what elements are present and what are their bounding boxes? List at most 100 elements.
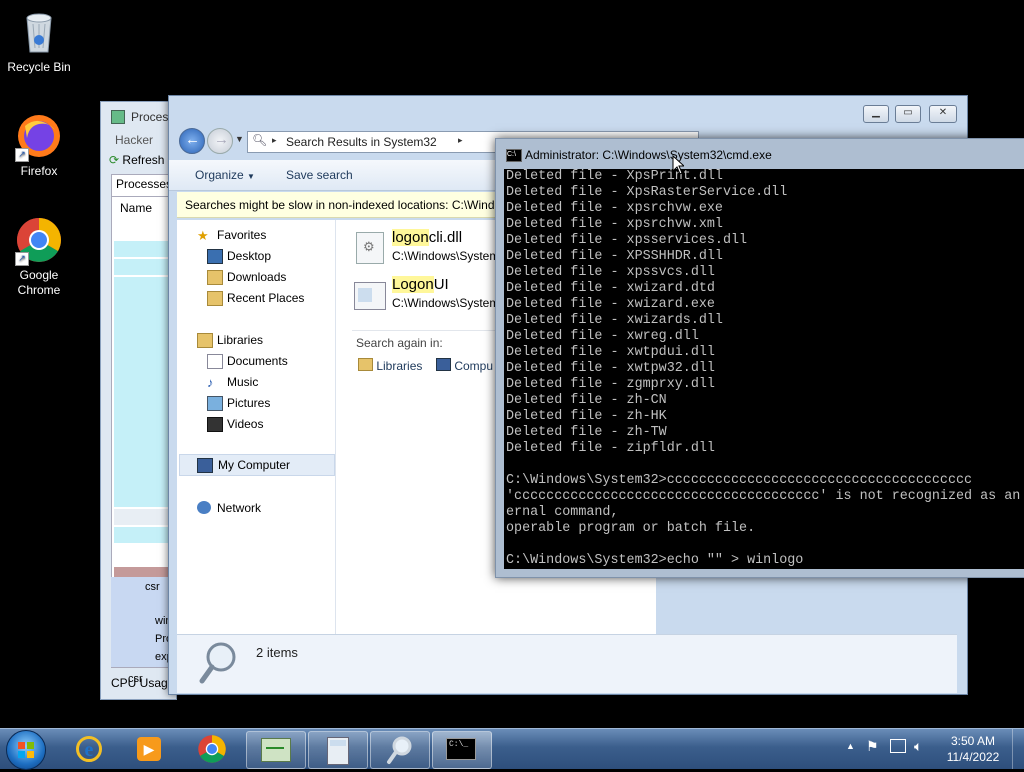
desktop-icon-chrome[interactable]: ↗ Google Chrome [1,216,77,298]
recent-pages-dropdown[interactable]: ▼ [235,134,244,144]
close-button[interactable]: ✕ [929,105,957,123]
search-again-libraries[interactable]: Libraries [358,358,422,373]
ie-icon: e [76,736,102,762]
maximize-button[interactable]: ▭ [895,105,921,123]
pictures-icon [207,396,223,411]
search-again-computer[interactable]: Compu [436,358,493,373]
show-hidden-icons-button[interactable]: ▲ [846,741,855,751]
computer-icon [436,358,451,371]
desktop-icon-label: Recycle Bin [7,60,71,74]
file-name: logoncli.dll [392,229,463,246]
taskbar-ie[interactable]: e [60,731,118,767]
shortcut-arrow-icon: ↗ [15,148,29,162]
file-path: C:\Windows\System [392,296,500,310]
recycle-bin-icon [15,8,63,56]
minimize-button[interactable]: ▁ [863,105,889,123]
nav-my-computer[interactable]: My Computer [179,454,335,476]
desktop-icon-firefox[interactable]: ↗ Firefox [1,112,77,178]
cmd-title-bar[interactable]: C:\ Administrator: C:\Windows\System32\c… [496,139,1024,167]
taskbar-calculator[interactable] [308,731,368,769]
clock[interactable]: 3:50 AM 11/4/2022 [938,733,1008,765]
file-path: C:\Windows\System [392,249,500,263]
volume-icon[interactable]: 🔈︎ [914,738,922,755]
taskbar-process-hacker[interactable] [246,731,306,769]
desktop-icon-recycle-bin[interactable]: Recycle Bin [1,8,77,74]
navigation-pane: ★ Favorites Desktop Downloads Recent Pla… [177,220,336,634]
process-hacker-icon [261,738,291,762]
libraries-icon [358,358,373,371]
cmd-icon: C:\ [506,149,522,162]
menu-hacker[interactable]: Hacker [115,133,153,147]
back-button[interactable]: ← [179,128,205,154]
clock-time: 3:50 AM [950,734,996,748]
start-button[interactable] [6,730,46,770]
info-bar[interactable]: Searches might be slow in non-indexed lo… [177,192,517,218]
network-icon [197,501,211,514]
windows-logo-icon [18,742,34,758]
taskbar: e ▶ C:\_ ▲ ⚑ 🔈︎ 3:50 AM 11/4/2022 [0,728,1024,770]
dll-file-icon: ⚙ [356,232,384,264]
media-player-icon: ▶ [137,737,161,761]
taskbar-search[interactable] [370,731,430,769]
console-output[interactable]: Deleted file - XpsPrint.dll Deleted file… [504,169,1024,569]
forward-arrow-icon: → [214,131,229,148]
refresh-button[interactable]: ⟳ Refresh [109,153,164,167]
console-text: Deleted file - XpsPrint.dll Deleted file… [506,169,1021,568]
process-hacker-icon [111,110,125,124]
exe-file-icon [354,282,386,310]
action-center-flag-icon[interactable]: ⚑ [866,738,879,755]
cmd-icon: C:\_ [446,738,476,760]
item-count: 2 items [256,645,298,660]
breadcrumb-arrow-icon: ▸ [272,135,277,145]
nav-documents[interactable]: Documents [227,354,288,368]
nav-pictures[interactable]: Pictures [227,396,270,410]
table-row[interactable]: csr [145,581,160,593]
star-icon: ★ [197,228,209,243]
desktop-icon [207,249,223,264]
nav-music[interactable]: Music [227,375,258,389]
clock-date: 11/4/2022 [946,750,1000,764]
nav-desktop[interactable]: Desktop [227,249,271,263]
chevron-down-icon: ▼ [247,172,255,181]
nav-videos[interactable]: Videos [227,417,263,431]
refresh-icon: ⟳ [109,153,120,167]
calculator-icon [327,737,349,765]
libraries-icon [197,333,213,348]
desktop-icon-label: Firefox [20,164,58,178]
status-cpu-usage: CPU Usage [111,676,175,690]
search-again-label: Search again in: [356,336,443,350]
save-search-button[interactable]: Save search [286,168,353,182]
show-desktop-button[interactable] [1012,729,1024,769]
breadcrumb-arrow-icon: ▸ [458,135,463,145]
search-icon: 🔍︎ [252,133,268,147]
network-icon[interactable] [890,739,906,753]
process-hacker-window[interactable]: Process Hacker ⟳ Refresh Processes Name … [100,101,178,700]
chrome-icon: ↗ [15,216,63,266]
address-text[interactable]: Search Results in System32 [286,135,437,149]
search-icon [387,736,412,764]
nav-recent-places[interactable]: Recent Places [227,291,304,305]
organize-button[interactable]: Organize ▼ [195,168,255,182]
desktop-icon-label: Google Chrome [17,268,61,297]
details-pane: 2 items [177,634,957,693]
column-name[interactable]: Name [120,201,152,215]
documents-icon [207,354,223,369]
nav-downloads[interactable]: Downloads [227,270,286,284]
nav-network[interactable]: Network [217,501,261,515]
nav-libraries[interactable]: Libraries [217,333,263,347]
cmd-window[interactable]: C:\ Administrator: C:\Windows\System32\c… [495,138,1024,578]
process-list-lower[interactable]: csr win Pro exp [111,577,176,667]
mouse-cursor-icon [672,154,686,178]
taskbar-chrome[interactable] [183,731,241,767]
window-title: Administrator: C:\Windows\System32\cmd.e… [525,148,772,162]
taskbar-cmd[interactable]: C:\_ [432,731,492,769]
nav-favorites[interactable]: Favorites [217,228,266,242]
firefox-icon: ↗ [15,112,63,162]
taskbar-media-player[interactable]: ▶ [120,731,178,767]
search-magnifier-icon [199,641,241,688]
back-arrow-icon: ← [185,131,200,148]
file-name: LogonUI [392,276,449,293]
forward-button[interactable]: → [207,128,233,154]
music-icon: ♪ [207,375,214,390]
recent-places-icon [207,291,223,306]
